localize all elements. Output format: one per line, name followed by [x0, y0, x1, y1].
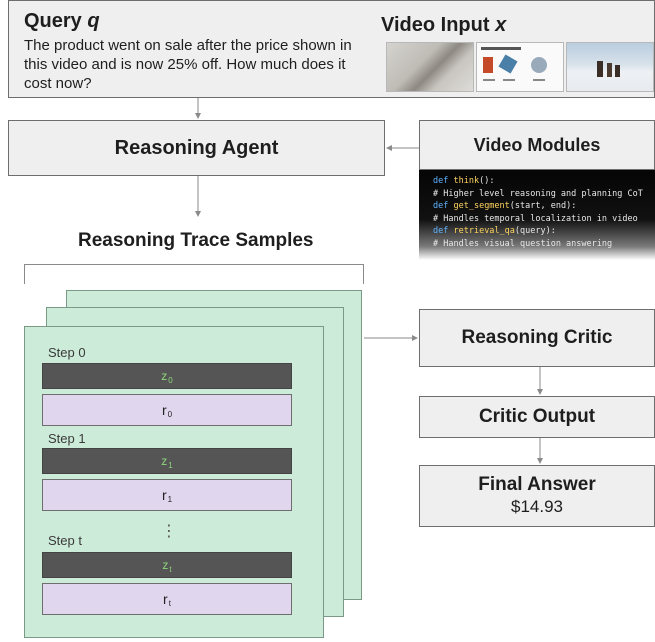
critic-output-box: Critic Output [419, 396, 655, 438]
thought-bar: zt [42, 552, 292, 578]
thought-bar: z0 [42, 363, 292, 389]
reasoning-critic-box: Reasoning Critic [419, 309, 655, 367]
step-label: Step t [48, 533, 82, 548]
video-modules-code: def think(): # Higher level reasoning and… [419, 170, 655, 260]
result-bar: r0 [42, 394, 292, 426]
final-answer-box: Final Answer $14.93 [419, 465, 655, 527]
thought-bar: z1 [42, 448, 292, 474]
step-ellipsis: ⋮ [161, 523, 177, 540]
step-label: Step 1 [48, 431, 86, 446]
video-frame-1 [386, 42, 474, 92]
code-line: def get_segment(start, end): [433, 201, 577, 211]
video-input-title: Video Input x [381, 14, 507, 36]
video-frame-2 [476, 42, 564, 92]
code-line: # Handles temporal localization in video [433, 213, 638, 224]
trace-bracket [24, 264, 364, 284]
step-label: Step 0 [48, 345, 86, 360]
reasoning-agent-box: Reasoning Agent [8, 120, 385, 176]
code-line: def retrieval_qa(query): [433, 226, 556, 236]
result-bar: r1 [42, 479, 292, 511]
video-frame-3 [566, 42, 654, 92]
final-answer-value: $14.93 [511, 497, 563, 516]
trace-title: Reasoning Trace Samples [78, 230, 314, 251]
code-line: # Higher level reasoning and planning Co… [433, 188, 643, 199]
result-bar: rt [42, 583, 292, 615]
query-title: Query q [24, 10, 100, 32]
code-line: def think(): [433, 176, 495, 186]
code-line: # Handles visual question answering [433, 238, 613, 249]
final-answer-title: Final Answer [478, 474, 596, 495]
trace-sample-card-front: Step 0 z0 r0 Step 1 z1 r1 ⋮ Step t zt rt [24, 326, 324, 638]
video-modules-header: Video Modules [419, 120, 655, 170]
query-text: The product went on sale after the price… [24, 37, 352, 92]
